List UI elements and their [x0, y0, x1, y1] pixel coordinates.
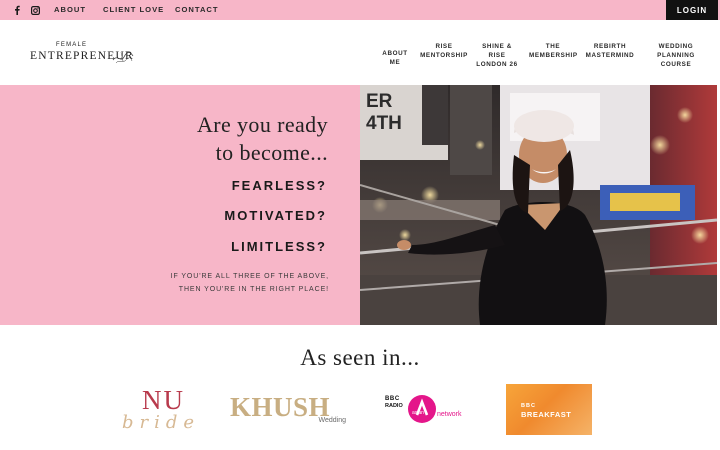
nav-shine-rise-london[interactable]: SHINE & RISE LONDON 26 [474, 42, 520, 69]
khush-logo-main: KHUSH [230, 392, 331, 422]
asian-network-network-text: network [437, 411, 462, 418]
bbc-asian-network-logo: BBC RADIO asian network [385, 394, 465, 424]
bbc-breakfast-logo: BBC BREAKFAST [506, 384, 592, 435]
nu-bride-logo: NU bride [118, 385, 210, 435]
bbc-radio-bbc-text: BBC [385, 396, 400, 402]
hero-heading-line1: Are you ready [196, 112, 328, 137]
login-button[interactable]: LOGIN [666, 0, 718, 20]
bbc-breakfast-bbc-text: BBC [521, 403, 536, 409]
asian-network-circle-icon [408, 395, 436, 423]
logo-small-text: FEMALE [56, 42, 88, 48]
instagram-icon[interactable] [30, 4, 40, 16]
nu-bride-logo-bottom: bride [122, 412, 201, 433]
nav-rise-mentorship[interactable]: RISE MENTORSHIP [419, 42, 469, 60]
nav-rebirth-mastermind[interactable]: REBIRTH MASTERMIND [585, 42, 635, 60]
photo-sign-text-1: ER [366, 91, 393, 112]
logo-signature-icon [112, 51, 134, 64]
bbc-breakfast-breakfast-text: BREAKFAST [521, 410, 572, 419]
khush-wedding-logo: KHUSH Wedding [230, 392, 348, 428]
asian-network-asian-text: asian [412, 410, 424, 416]
topnav-about[interactable]: ABOUT [54, 5, 86, 14]
nav-about-me[interactable]: ABOUT ME [376, 49, 414, 67]
hero-word-fearless: FEARLESS? [231, 178, 327, 193]
hero-photo: ER 4TH [360, 85, 717, 325]
bbc-radio-radio-text: RADIO [385, 403, 403, 409]
nav-wedding-planning-course[interactable]: WEDDING PLANNING COURSE [643, 42, 709, 69]
hero-word-limitless: LIMITLESS? [231, 239, 327, 254]
logo[interactable]: FEMALE ENTREPRENEUR [30, 42, 134, 70]
hero-subtext-line2: THEN YOU'RE IN THE RIGHT PLACE! [178, 286, 329, 293]
times-square-photo: ER 4TH [360, 85, 717, 325]
hero-word-motivated: MOTIVATED? [224, 208, 327, 223]
photo-sign-text-2: 4TH [366, 113, 402, 134]
as-seen-in-heading: As seen in... [300, 345, 420, 370]
hero-heading-line2: to become... [215, 140, 328, 165]
khush-logo-sub: Wedding [318, 417, 346, 424]
top-bar: ABOUT CLIENT LOVE CONTACT LOGIN [0, 0, 720, 20]
topnav-client-love[interactable]: CLIENT LOVE [103, 5, 164, 14]
topnav-contact[interactable]: CONTACT [175, 5, 219, 14]
nav-the-membership[interactable]: THE MEMBERSHIP [529, 42, 577, 60]
hero-subtext-line1: IF YOU'RE ALL THREE OF THE ABOVE, [170, 273, 329, 280]
facebook-icon[interactable] [13, 4, 21, 16]
